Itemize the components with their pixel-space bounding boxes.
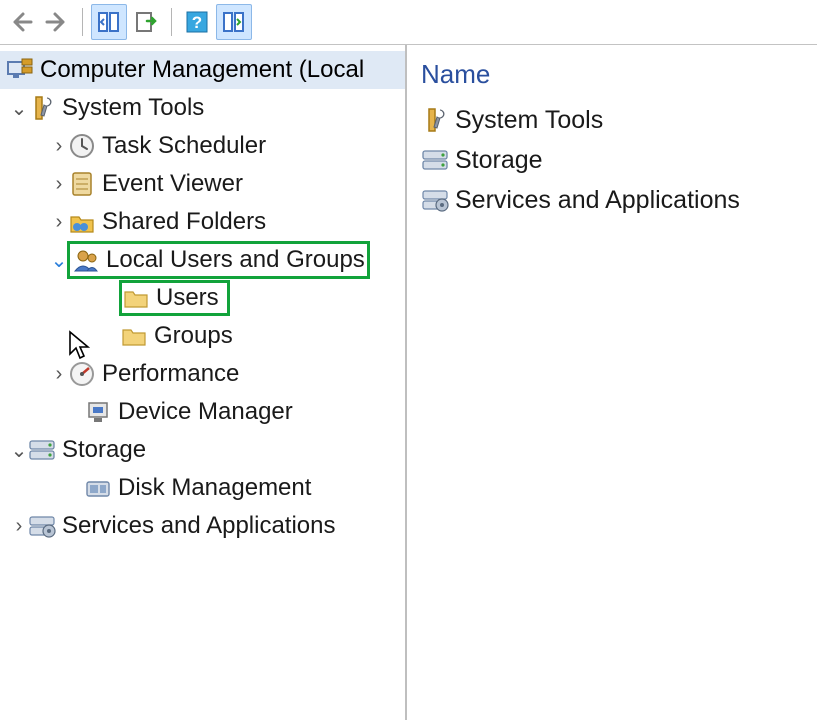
tree-label: Services and Applications	[62, 512, 336, 540]
export-list-button[interactable]	[129, 5, 163, 39]
column-header-name[interactable]: Name	[421, 55, 803, 100]
list-item-system-tools[interactable]: System Tools	[421, 100, 803, 140]
tree-item-device-manager[interactable]: Device Manager	[0, 393, 405, 431]
tree-item-users[interactable]: Users	[0, 279, 405, 317]
tree-label: Disk Management	[118, 474, 311, 502]
clock-icon	[68, 132, 96, 160]
list-item-label: System Tools	[455, 106, 603, 135]
help-icon: ?	[185, 10, 209, 34]
event-viewer-icon	[68, 170, 96, 198]
tree-item-local-users-groups[interactable]: ⌄ Local Users and Groups	[0, 241, 405, 279]
performance-icon	[68, 360, 96, 388]
action-pane-button[interactable]	[216, 4, 252, 40]
system-tools-icon	[421, 106, 449, 134]
list-item-services-apps[interactable]: Services and Applications	[421, 180, 803, 220]
expander-closed-icon[interactable]: ›	[50, 173, 68, 196]
tree-item-services-apps[interactable]: › Services and Applications	[0, 507, 405, 545]
back-button[interactable]	[4, 5, 38, 39]
expander-closed-icon[interactable]: ›	[10, 515, 28, 538]
arrow-left-icon	[9, 10, 33, 34]
tree-item-disk-management[interactable]: Disk Management	[0, 469, 405, 507]
tree-label: Computer Management (Local	[40, 56, 364, 84]
toolbar-separator	[171, 8, 172, 36]
tree-label: Device Manager	[118, 398, 293, 426]
console-tree: Computer Management (Local ⌄ System Tool…	[0, 45, 407, 720]
tree-label: System Tools	[62, 94, 204, 122]
expander-open-icon[interactable]: ⌄	[10, 96, 28, 121]
toolbar: ?	[0, 0, 817, 45]
show-hide-tree-button[interactable]	[91, 4, 127, 40]
tree-item-system-tools[interactable]: ⌄ System Tools	[0, 89, 405, 127]
content-area: Computer Management (Local ⌄ System Tool…	[0, 45, 817, 720]
tree-label: Groups	[154, 322, 233, 350]
tree-label: Task Scheduler	[102, 132, 266, 160]
users-groups-icon	[72, 246, 100, 274]
svg-text:?: ?	[192, 13, 202, 32]
panes-icon	[98, 12, 120, 32]
tree-item-performance[interactable]: › Performance	[0, 355, 405, 393]
tree-item-storage[interactable]: ⌄ Storage	[0, 431, 405, 469]
folder-icon	[120, 322, 148, 350]
export-icon	[135, 11, 157, 33]
folder-icon	[122, 284, 150, 312]
tree-item-shared-folders[interactable]: › Shared Folders	[0, 203, 405, 241]
expander-closed-icon[interactable]: ›	[50, 211, 68, 234]
system-tools-icon	[28, 94, 56, 122]
tree-label: Performance	[102, 360, 239, 388]
help-button[interactable]: ?	[180, 5, 214, 39]
tree-root-computer-management[interactable]: Computer Management (Local	[0, 51, 405, 89]
tree-label: Users	[156, 284, 219, 312]
expander-closed-icon[interactable]: ›	[50, 363, 68, 386]
tree-label: Shared Folders	[102, 208, 266, 236]
expander-closed-icon[interactable]: ›	[50, 135, 68, 158]
expander-open-icon[interactable]: ⌄	[50, 248, 68, 273]
services-apps-icon	[28, 512, 56, 540]
storage-icon	[28, 436, 56, 464]
services-apps-icon	[421, 186, 449, 214]
arrow-right-icon	[45, 10, 69, 34]
list-item-label: Storage	[455, 146, 543, 175]
storage-icon	[421, 146, 449, 174]
computer-mgmt-icon	[6, 56, 34, 84]
list-item-label: Services and Applications	[455, 186, 740, 215]
tree-label: Event Viewer	[102, 170, 243, 198]
disk-management-icon	[84, 474, 112, 502]
device-manager-icon	[84, 398, 112, 426]
list-item-storage[interactable]: Storage	[421, 140, 803, 180]
action-pane-icon	[223, 12, 245, 32]
forward-button[interactable]	[40, 5, 74, 39]
detail-pane: Name System Tools Storage Services and A…	[407, 45, 817, 720]
expander-open-icon[interactable]: ⌄	[10, 438, 28, 463]
tree-item-groups[interactable]: Groups	[0, 317, 405, 355]
shared-folders-icon	[68, 208, 96, 236]
tree-item-task-scheduler[interactable]: › Task Scheduler	[0, 127, 405, 165]
tree-label: Storage	[62, 436, 146, 464]
toolbar-separator	[82, 8, 83, 36]
tree-label: Local Users and Groups	[106, 246, 365, 274]
tree-item-event-viewer[interactable]: › Event Viewer	[0, 165, 405, 203]
